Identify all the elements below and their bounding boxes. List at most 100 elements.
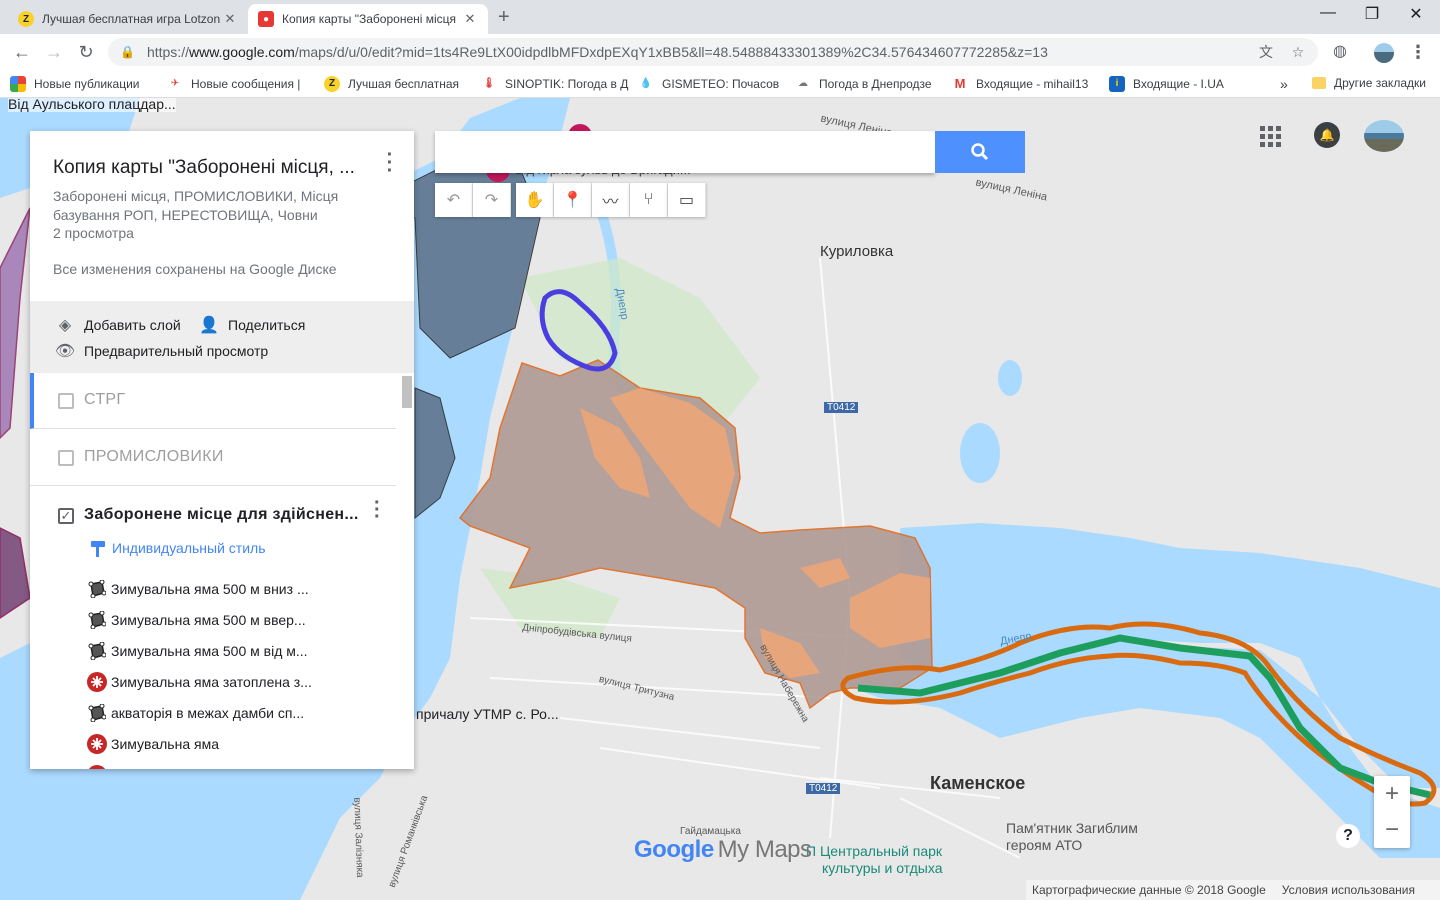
individual-style-link[interactable]: Индивидуальный стиль <box>90 539 266 557</box>
directions-icon[interactable]: ⑂ <box>630 183 668 217</box>
new-tab-icon[interactable]: + <box>498 6 510 29</box>
panel-scrollbar[interactable] <box>402 376 412 408</box>
plane-icon: ✈ <box>170 78 180 89</box>
bookmark-item[interactable]: Z Лучшая бесплатная <box>324 75 479 92</box>
list-item[interactable]: Зимувальна яма затоплена з... <box>86 671 312 693</box>
list-item[interactable]: Зимувальна яма <box>86 733 219 755</box>
map-description: Заборонені місця, ПРОМИСЛОВИКИ, Місця ба… <box>53 188 339 223</box>
list-item-partial[interactable] <box>86 764 111 769</box>
layer-strg[interactable]: СТРГ <box>30 373 396 429</box>
cloud-icon: ☁ <box>798 78 808 89</box>
tab-mymaps[interactable]: ● Копия карты "Заборонені місця ✕ <box>248 4 488 34</box>
marker-icon[interactable]: 📍 <box>554 183 592 217</box>
iua-icon: i <box>1109 75 1125 92</box>
map-title[interactable]: Копия карты "Заборонені місця, ... <box>53 157 355 179</box>
preview-button[interactable]: 👁 Предварительный просмотр <box>54 341 268 361</box>
layer-label-top[interactable]: Від Аульського плацдар... <box>8 98 176 112</box>
tab-strip: Z Лучшая бесплатная игра Lotzon ✕ ● Копи… <box>0 0 1440 34</box>
reload-icon[interactable]: ↻ <box>74 40 98 64</box>
add-layer-button[interactable]: ◈ Добавить слой <box>54 315 181 335</box>
list-item[interactable]: акваторія в межах дамби сп... <box>86 702 304 724</box>
red-marker-icon <box>86 733 108 755</box>
undo-redo-group: ↶ ↷ <box>435 183 511 217</box>
bookmark-item[interactable]: Новые публикации <box>10 75 165 92</box>
bookmark-item[interactable]: i Входящие - I.UA <box>1109 75 1264 92</box>
layer-name: СТРГ <box>84 391 126 408</box>
paint-roller-icon <box>90 539 108 557</box>
redo-icon[interactable]: ↷ <box>473 183 511 217</box>
map-label: героям АТО <box>1006 837 1083 853</box>
layer-checkbox[interactable] <box>58 393 74 409</box>
zoom-out-button[interactable]: − <box>1374 812 1410 848</box>
help-icon[interactable]: ? <box>1336 824 1360 848</box>
layer-checkbox-checked[interactable]: ✓ <box>58 508 74 524</box>
polygon-icon <box>86 702 108 724</box>
city-label: Каменское <box>930 773 1026 793</box>
profile-icon[interactable] <box>1372 40 1396 64</box>
colorful-square-icon <box>10 75 26 92</box>
terms-link[interactable]: Условия использования <box>1282 883 1415 897</box>
red-marker-icon <box>86 764 108 769</box>
map-options-kebab-icon[interactable]: · · · <box>380 145 400 181</box>
translate-icon[interactable]: 文 <box>1256 42 1276 62</box>
map-label: причалу УТМР с. Ро... <box>416 706 559 722</box>
polygon-icon <box>86 578 108 600</box>
map-label: культуры и отдыха <box>822 860 943 876</box>
url-text: https://www.google.com/maps/d/u/0/edit?m… <box>146 44 1048 60</box>
layer-options-kebab-icon[interactable]: · · · <box>374 493 381 527</box>
red-marker-icon <box>86 671 108 693</box>
tab-title: Лучшая бесплатная игра Lotzon <box>42 12 221 26</box>
bookmark-item[interactable]: 🌡 SINOPTIK: Погода в Д <box>481 76 636 92</box>
eye-icon: 👁 <box>54 343 76 360</box>
map-footer: Картографические данные © 2018 Google Ус… <box>1026 880 1440 900</box>
bookmark-item[interactable]: 💧 GISMETEO: Почасов <box>638 76 793 92</box>
bookmark-item[interactable]: ☁ Погода в Днепродзе <box>795 76 950 92</box>
navigation-bar: ← → ↻ 🔒 https://www.google.com/maps/d/u/… <box>0 34 1440 70</box>
purple-zone <box>0 207 31 440</box>
bookmark-item[interactable]: ✈ Новые сообщения | <box>167 76 322 92</box>
draw-line-icon[interactable]: 〰 <box>592 183 630 217</box>
search-button[interactable] <box>935 131 1025 173</box>
apps-grid-icon[interactable] <box>1260 126 1282 151</box>
back-icon[interactable]: ← <box>10 40 34 64</box>
bookmarks-bar: Новые публикации ✈ Новые сообщения | Z Луч… <box>0 70 1440 98</box>
list-item[interactable]: Зимувальна яма 500 м вниз ... <box>86 578 309 600</box>
list-item[interactable]: Зимувальна яма 500 м від м... <box>86 640 308 662</box>
more-bookmarks-icon[interactable]: » <box>1280 76 1288 92</box>
zoom-in-button[interactable]: + <box>1374 776 1410 812</box>
ruler-icon[interactable]: ▭ <box>668 183 706 217</box>
close-tab-icon[interactable]: ✕ <box>222 11 238 27</box>
avatar[interactable] <box>1364 120 1404 152</box>
search-input[interactable] <box>435 131 935 173</box>
restore-icon[interactable]: ❐ <box>1352 4 1392 24</box>
extension-globe-icon[interactable]: ◍ <box>1328 40 1352 64</box>
save-status: Все изменения сохранены на Google Диске <box>53 261 337 277</box>
layer-name: Заборонене місце для здійснен... <box>84 506 359 523</box>
thermometer-icon: 🌡 <box>482 78 496 89</box>
road-badge: T0412 <box>824 402 859 413</box>
tab-lotzon[interactable]: Z Лучшая бесплатная игра Lotzon ✕ <box>8 4 248 34</box>
list-item[interactable]: Зимувальна яма 500 м ввер... <box>86 609 306 631</box>
close-window-icon[interactable]: ✕ <box>1396 4 1436 24</box>
undo-icon[interactable]: ↶ <box>435 183 473 217</box>
close-tab-icon[interactable]: ✕ <box>462 11 478 27</box>
tab-title: Копия карты "Заборонені місця <box>282 12 457 26</box>
layer-promyslovyky[interactable]: ПРОМИСЛОВИКИ <box>30 430 396 486</box>
purple-zone-2 <box>0 527 31 619</box>
menu-kebab-icon[interactable]: ⋮ <box>1406 40 1430 64</box>
share-button[interactable]: 👤 Поделиться <box>198 315 305 335</box>
other-bookmarks[interactable]: Другие закладки <box>1312 76 1426 90</box>
hand-icon[interactable]: ✋ <box>516 183 554 217</box>
address-bar[interactable]: 🔒 https://www.google.com/maps/d/u/0/edit… <box>108 38 1318 66</box>
edit-tools-group: ✋ 📍 〰 ⑂ ▭ <box>516 183 706 217</box>
bookmark-star-icon[interactable]: ☆ <box>1288 42 1308 62</box>
polygon-icon <box>86 640 108 662</box>
layer-checkbox[interactable] <box>58 450 74 466</box>
layer-forbidden-places[interactable]: ✓ Заборонене місце для здійснен... · · · <box>30 488 396 544</box>
zoom-control: + − <box>1374 776 1410 848</box>
map-canvas[interactable]: Від Аульського плацдар... Від гирла зуль… <box>0 98 1440 900</box>
forward-icon[interactable]: → <box>42 40 66 64</box>
notifications-bell-icon[interactable]: 🔔 <box>1314 122 1340 148</box>
bookmark-item[interactable]: M Входящие - mihail13 <box>952 76 1107 92</box>
minimize-icon[interactable]: — <box>1308 4 1348 22</box>
